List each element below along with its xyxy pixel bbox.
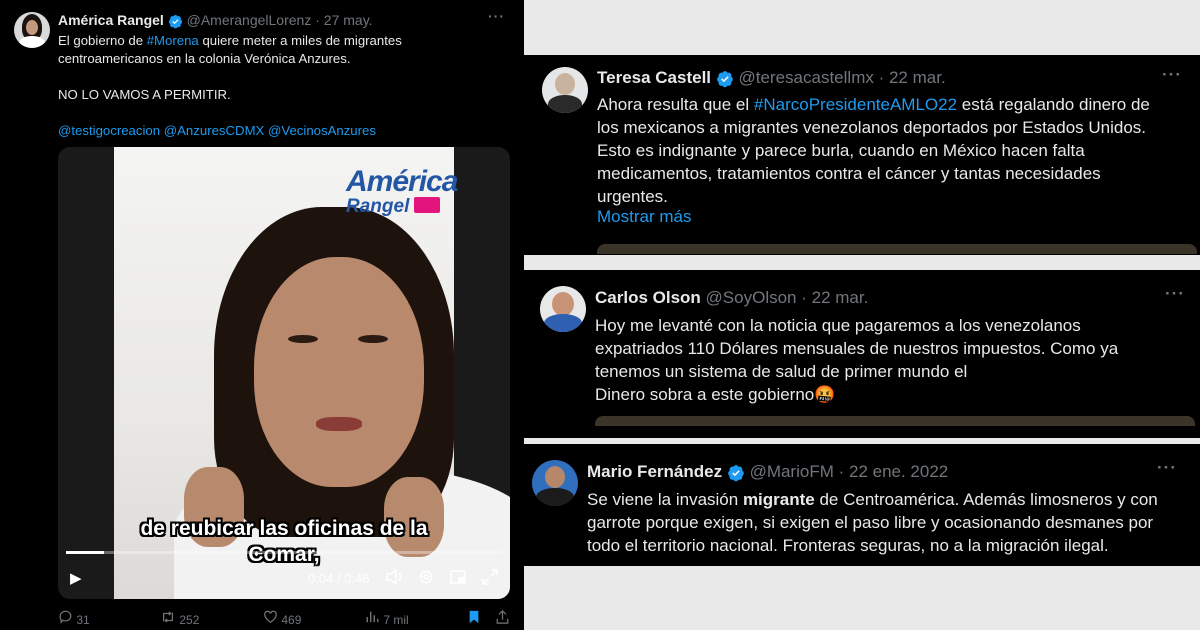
video-time: 0:04 / 0:46 — [308, 571, 370, 586]
like-count: 469 — [281, 613, 302, 627]
play-icon[interactable]: ▶ — [70, 569, 82, 587]
tweet-date[interactable]: · 22 mar. — [879, 68, 946, 87]
more-options-icon[interactable]: ··· — [1162, 65, 1182, 85]
bookmark-button[interactable] — [468, 610, 480, 627]
reply-count: 31 — [76, 613, 90, 627]
author-name[interactable]: América Rangel — [58, 12, 164, 28]
tweet-text: Se viene la invasión migrante de Centroa… — [587, 488, 1195, 557]
avatar[interactable] — [540, 286, 586, 332]
video-logo-text: América — [346, 165, 458, 198]
tweet-text-line: Esto es indignante y parece burla, cuand… — [597, 141, 1085, 160]
tweet-text-line: los mexicanos a migrantes venezolanos de… — [597, 118, 1147, 137]
tweet-text: Ahora resulta que el #NarcoPresidenteAML… — [597, 93, 1197, 208]
tweet-text-line: Dinero sobra a este gobierno🤬 — [595, 385, 836, 404]
tweet-text-line: NO LO VAMOS A PERMITIR. — [58, 87, 231, 102]
media-preview[interactable] — [597, 244, 1197, 254]
avatar[interactable] — [14, 12, 50, 48]
heart-icon — [264, 610, 277, 623]
tweet-text-line: urgentes. — [597, 187, 668, 206]
views-icon — [366, 611, 379, 623]
hashtag-link[interactable]: #Morena — [147, 33, 199, 48]
video-progress-bar[interactable] — [66, 551, 502, 554]
tweet-carlos-olson: Carlos Olson @SoyOlson · 22 mar. ··· Hoy… — [520, 270, 1200, 438]
tweet-header: Mario Fernández @MarioFM · 22 ene. 2022 — [587, 462, 948, 482]
tweet-text-line: garrote porque exigen, si exigen el paso… — [587, 513, 1154, 532]
tweet-date[interactable]: · 27 may. — [315, 12, 372, 28]
tweet-header: Teresa Castell @teresacastellmx · 22 mar… — [597, 68, 946, 88]
tweet-text: El gobierno de #Morena quiere meter a mi… — [58, 32, 508, 140]
video-caption-line1: de reubicar las oficinas de la — [140, 517, 428, 540]
show-more-link[interactable]: Mostrar más — [597, 207, 691, 227]
author-handle[interactable]: @MarioFM — [750, 462, 834, 481]
share-button[interactable] — [496, 610, 509, 627]
video-logo-tag — [414, 197, 440, 213]
video-caption-line2: Comar, — [248, 543, 320, 566]
video-logo-subtext: Rangel — [346, 196, 410, 217]
tweet-text-line: tenemos un sistema de salud de primer mu… — [595, 362, 968, 381]
tweet-date[interactable]: · 22 ene. 2022 — [839, 462, 949, 481]
video-progress-fill — [66, 551, 104, 554]
angry-emoji-icon: 🤬 — [814, 385, 836, 404]
fullscreen-icon[interactable] — [482, 569, 498, 588]
views-button[interactable]: 7 mil — [365, 610, 409, 627]
tweet-text-line: todo el territorio nacional. Fronteras s… — [587, 536, 1109, 555]
mentions-links[interactable]: @testigocreacion @AnzuresCDMX @VecinosAn… — [58, 122, 508, 140]
avatar[interactable] — [542, 67, 588, 113]
reply-icon — [59, 610, 72, 624]
more-options-icon[interactable]: ··· — [488, 8, 505, 24]
tweet-header: Carlos Olson @SoyOlson · 22 mar. — [595, 288, 868, 308]
video-person-face — [254, 257, 424, 487]
author-handle[interactable]: @AmerangelLorenz — [187, 12, 312, 28]
reply-button[interactable]: 31 — [58, 610, 90, 627]
verified-badge-icon — [716, 70, 733, 87]
repost-button[interactable]: 252 — [160, 610, 199, 627]
author-name[interactable]: Carlos Olson — [595, 288, 701, 307]
author-handle[interactable]: @SoyOlson — [706, 288, 797, 307]
tweet-date[interactable]: · 22 mar. — [801, 288, 868, 307]
repost-icon — [163, 611, 173, 623]
tweet-text-line: Ahora resulta que el #NarcoPresidenteAML… — [597, 95, 1150, 114]
more-options-icon[interactable]: ··· — [1157, 458, 1177, 478]
verified-badge-icon — [168, 14, 182, 29]
like-button[interactable]: 469 — [263, 610, 301, 627]
tweet-text-line: medicamentos, tratamientos contra el cán… — [597, 164, 1101, 183]
tweet-text-line: expatriados 110 Dólares mensuales de nue… — [595, 339, 1119, 358]
settings-icon[interactable] — [418, 569, 434, 588]
share-icon — [496, 610, 509, 624]
author-handle[interactable]: @teresacastellmx — [739, 68, 874, 87]
media-preview[interactable] — [595, 416, 1195, 426]
volume-icon[interactable] — [386, 568, 404, 588]
author-name[interactable]: Mario Fernández — [587, 462, 722, 481]
tweet-text-line: Se viene la invasión migrante de Centroa… — [587, 490, 1158, 509]
author-name[interactable]: Teresa Castell — [597, 68, 711, 87]
tweet-mario-fernandez: Mario Fernández @MarioFM · 22 ene. 2022 … — [512, 444, 1200, 566]
tweet-text-line: Hoy me levanté con la noticia que pagare… — [595, 316, 1081, 335]
repost-count: 252 — [179, 613, 200, 627]
tweet-america-rangel: América Rangel @AmerangelLorenz · 27 may… — [0, 0, 524, 630]
video-player[interactable]: América Rangel de reubicar las oficinas … — [58, 147, 510, 599]
more-options-icon[interactable]: ··· — [1165, 284, 1185, 304]
tweet-header: América Rangel @AmerangelLorenz · 27 may… — [58, 12, 373, 29]
picture-in-picture-icon[interactable] — [450, 569, 466, 588]
tweet-text: Hoy me levanté con la noticia que pagare… — [595, 314, 1195, 406]
views-count: 7 mil — [383, 613, 409, 627]
tweet-teresa-castell: Teresa Castell @teresacastellmx · 22 mar… — [524, 55, 1200, 255]
avatar[interactable] — [532, 460, 578, 506]
verified-badge-icon — [727, 464, 744, 481]
bookmark-icon — [469, 610, 479, 624]
hashtag-link[interactable]: #NarcoPresidenteAMLO22 — [754, 95, 957, 114]
